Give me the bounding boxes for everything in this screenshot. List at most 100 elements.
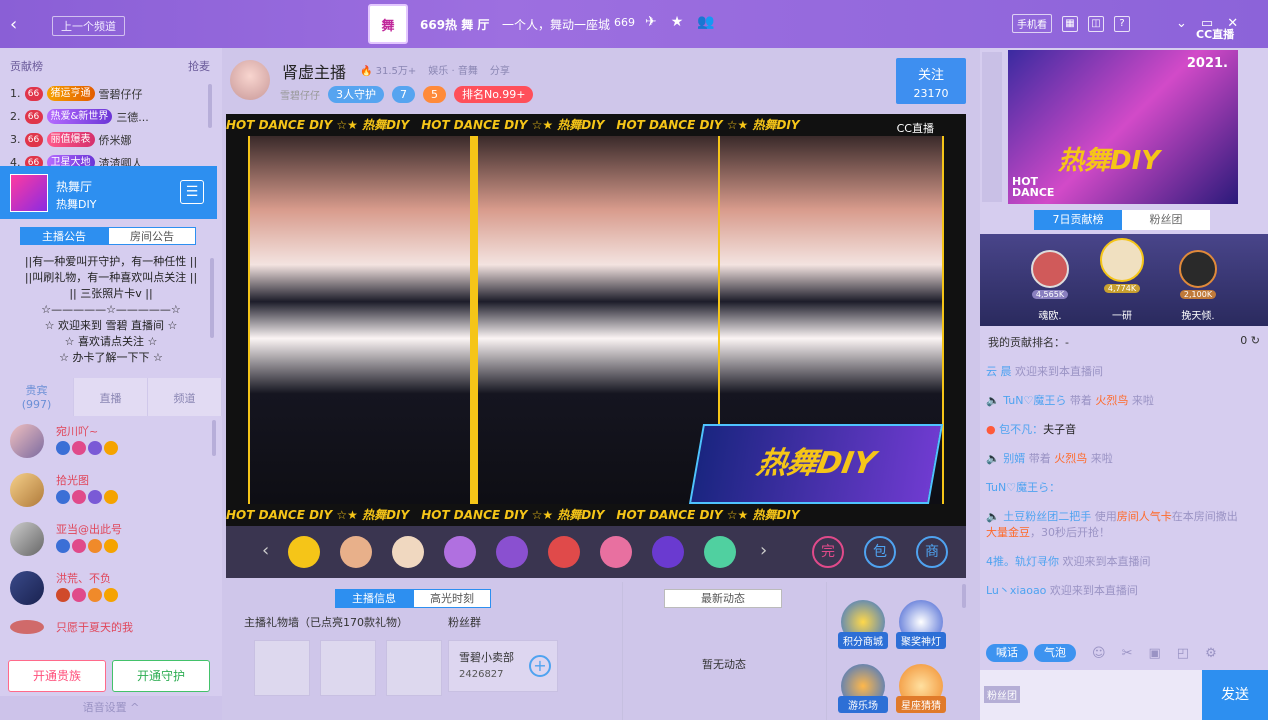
- apps-scrollbar[interactable]: [962, 584, 966, 608]
- shop-icon[interactable]: 商: [916, 536, 948, 568]
- tab-channel[interactable]: 频道: [148, 378, 222, 416]
- gift-wall: [254, 640, 442, 696]
- gift-item[interactable]: [444, 536, 476, 568]
- tab-fan-club[interactable]: 粉丝团: [1122, 210, 1210, 230]
- bubble-button[interactable]: 气泡: [1034, 644, 1076, 662]
- video-player[interactable]: HOT DANCE DIY ☆★ 热舞DIY HOT DANCE DIY ☆★ …: [226, 114, 966, 526]
- chat-message: 4推。轨灯寻你 欢迎来到本直播间: [986, 554, 1248, 570]
- chat-user[interactable]: 云 晨: [986, 365, 1012, 378]
- rank-pill[interactable]: 排名No.99+: [454, 86, 534, 103]
- list-item[interactable]: 洪荒、不负: [8, 567, 214, 616]
- chat-user[interactable]: Lu丶xiaoao: [986, 584, 1046, 597]
- users-icon[interactable]: 👥: [697, 14, 714, 30]
- tab-vip[interactable]: 贵宾 (997): [0, 378, 74, 416]
- chat-user[interactable]: 4推。轨灯寻你: [986, 555, 1059, 568]
- chat-user[interactable]: 土豆粉丝团二把手: [1003, 510, 1091, 523]
- list-item[interactable]: 宛川吖~: [8, 420, 214, 469]
- wall-gift[interactable]: [254, 640, 310, 696]
- list-item[interactable]: 亚当@出此号: [8, 518, 214, 567]
- rank-user-name: 侨米娜: [98, 133, 132, 147]
- gift-item[interactable]: [496, 536, 528, 568]
- back-icon[interactable]: ‹: [10, 14, 17, 35]
- chat-input[interactable]: 粉丝团: [980, 670, 1202, 720]
- vertical-tab-strip[interactable]: [982, 52, 1002, 202]
- star-icon[interactable]: ★: [671, 14, 684, 30]
- gift-prev-icon[interactable]: ‹: [262, 540, 269, 561]
- gift-item[interactable]: [548, 536, 580, 568]
- current-room-card[interactable]: 热舞厅 热舞DIY ☰: [0, 166, 217, 219]
- points-mall-app[interactable]: 积分商城: [838, 600, 888, 649]
- send-button[interactable]: 发送: [1202, 670, 1268, 720]
- voice-settings[interactable]: 语音设置 ^: [0, 696, 222, 720]
- scissors-icon[interactable]: ✂: [1122, 646, 1133, 661]
- image-icon[interactable]: ▣: [1148, 646, 1160, 661]
- bookmark-icon[interactable]: ◫: [1088, 15, 1104, 32]
- refresh-icon[interactable]: ↻: [1251, 334, 1260, 347]
- speaker-icon: 🔈: [986, 452, 1000, 465]
- room-logo-text: 舞: [381, 18, 395, 34]
- tab-weekly-rank[interactable]: 7日贡献榜: [1034, 210, 1122, 230]
- join-icon[interactable]: +: [529, 655, 551, 677]
- follow-button[interactable]: 关注 23170: [896, 58, 966, 104]
- lamp-app[interactable]: 聚奖神灯: [896, 600, 946, 649]
- emoji-icon[interactable]: ☺: [1092, 646, 1106, 661]
- fans-tag[interactable]: 粉丝团: [984, 686, 1020, 703]
- settings-icon[interactable]: ⚙: [1205, 646, 1217, 661]
- package-icon[interactable]: 包: [864, 536, 896, 568]
- anchor-avatar[interactable]: [230, 60, 270, 100]
- prev-channel-button[interactable]: 上一个频道: [52, 16, 125, 36]
- share-button[interactable]: 分享: [490, 62, 510, 77]
- rank-scrollbar[interactable]: [208, 84, 212, 128]
- guard-pill[interactable]: 3人守护: [328, 86, 384, 103]
- rank-row[interactable]: 1. 66 猪运亨通 雪碧仔仔: [10, 82, 210, 105]
- shout-button[interactable]: 喊话: [986, 644, 1028, 662]
- chat-user[interactable]: TuN♡魔王ら: [1003, 394, 1066, 407]
- wall-gift[interactable]: [386, 640, 442, 696]
- chat-user[interactable]: TuN♡魔王ら：: [986, 481, 1060, 494]
- chat-user[interactable]: 别婿: [1003, 452, 1025, 465]
- rank-row[interactable]: 3. 66 丽值爆表 侨米娜: [10, 128, 210, 151]
- fans-group-card[interactable]: 雪碧小卖部 2426827 +: [448, 640, 558, 692]
- gift-item[interactable]: [392, 536, 424, 568]
- gift-item[interactable]: [288, 536, 320, 568]
- tab-latest-news[interactable]: 最新动态: [664, 589, 782, 608]
- tab-room-notice[interactable]: 房间公告: [108, 227, 196, 245]
- tab-anchor-info[interactable]: 主播信息: [335, 589, 413, 608]
- podium-second[interactable]: 4,565K 魂欧.: [1020, 250, 1080, 322]
- category-tag[interactable]: 娱乐 · 音舞: [428, 62, 478, 77]
- gift-item[interactable]: [704, 536, 736, 568]
- tab-anchor-notice[interactable]: 主播公告: [20, 227, 108, 245]
- podium-first[interactable]: 4,774K 一研: [1092, 238, 1152, 322]
- minimize-icon[interactable]: ⌄: [1176, 16, 1187, 31]
- gift-next-icon[interactable]: ›: [760, 540, 767, 561]
- playground-app[interactable]: 游乐场: [838, 664, 888, 713]
- list-menu-icon[interactable]: ☰: [180, 180, 204, 204]
- chat-gift: 火烈鸟: [1054, 452, 1088, 465]
- gift-item[interactable]: [600, 536, 632, 568]
- help-icon[interactable]: ?: [1114, 15, 1130, 32]
- grab-mic-button[interactable]: 抢麦: [188, 58, 210, 74]
- list-item[interactable]: 只愿于夏天的我: [8, 616, 214, 636]
- podium-third[interactable]: 2,100K 挽天倾.: [1168, 250, 1228, 322]
- rank-row[interactable]: 2. 66 热爱&新世界 三德...: [10, 105, 210, 128]
- gift-item[interactable]: [652, 536, 684, 568]
- tab-highlights[interactable]: 高光时刻: [413, 589, 491, 608]
- fans-pill[interactable]: 7: [392, 86, 415, 103]
- grid-icon[interactable]: ▦: [1062, 15, 1078, 32]
- list-item[interactable]: 拾光图: [8, 469, 214, 518]
- wall-gift[interactable]: [320, 640, 376, 696]
- gift-item[interactable]: [340, 536, 372, 568]
- event-poster[interactable]: 2021. 热舞DIY HOT DANCE: [1008, 50, 1238, 204]
- open-noble-button[interactable]: 开通贵族: [8, 660, 106, 692]
- tab-live[interactable]: 直播: [74, 378, 148, 416]
- horoscope-app[interactable]: 星座猜猜: [896, 664, 946, 713]
- chat-user[interactable]: 包不凡：: [999, 423, 1043, 436]
- plane-icon[interactable]: ✈: [645, 14, 657, 30]
- viewer-scrollbar[interactable]: [212, 420, 216, 456]
- star-pill[interactable]: 5: [423, 86, 446, 103]
- open-guard-button[interactable]: 开通守护: [112, 660, 210, 692]
- bag-icon[interactable]: ◰: [1177, 646, 1189, 661]
- complete-icon[interactable]: 完: [812, 536, 844, 568]
- notice-scrollbar[interactable]: [210, 258, 214, 338]
- phone-view-button[interactable]: 手机看: [1012, 14, 1052, 33]
